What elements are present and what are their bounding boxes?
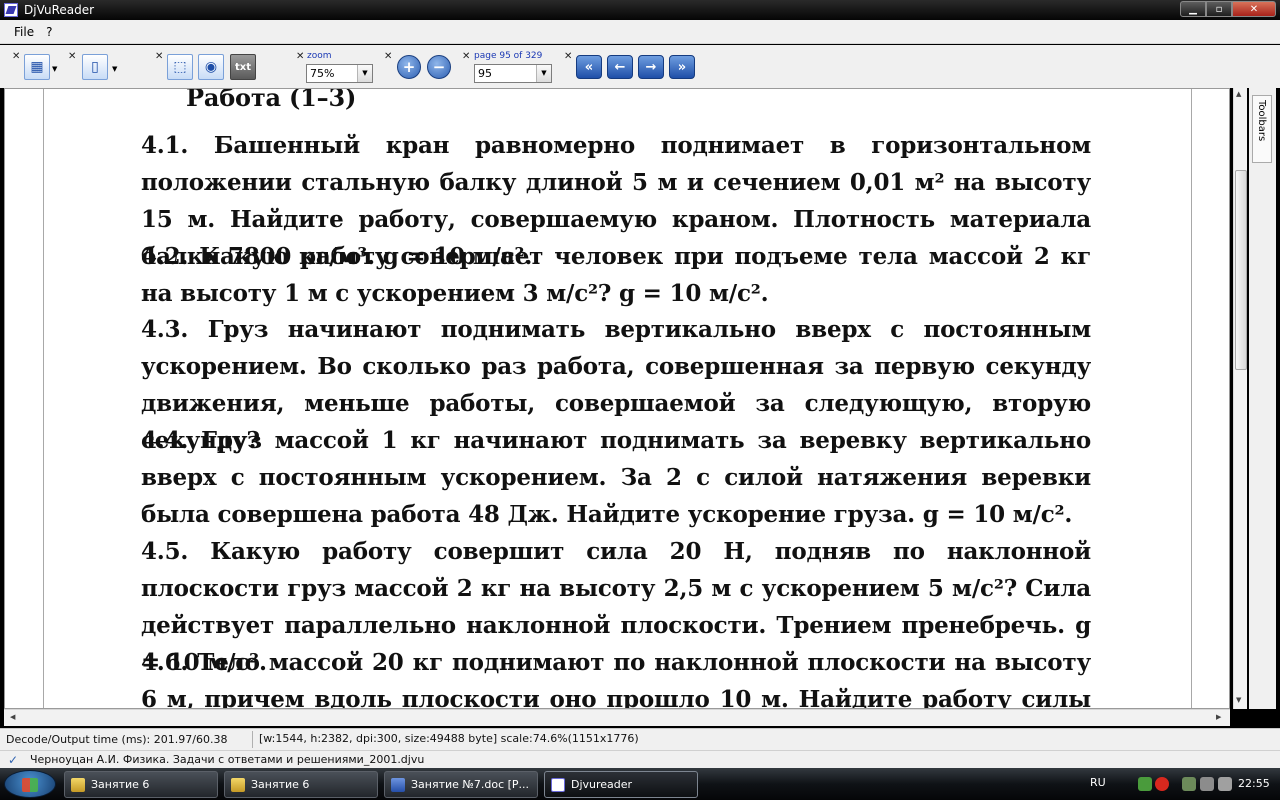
layout-icon: ▦: [30, 59, 44, 75]
scroll-down-icon[interactable]: ▼: [1236, 696, 1241, 704]
taskbar-item-djvureader[interactable]: Djvureader: [544, 771, 698, 798]
menu-file[interactable]: File: [8, 25, 40, 39]
image-info: [w:1544, h:2382, dpi:300, size:49488 byt…: [252, 731, 639, 748]
problem-4-6: 4.6. Тело массой 20 кг поднимают по накл…: [141, 649, 1091, 709]
minimize-button[interactable]: ▁: [1180, 1, 1206, 17]
horizontal-scrollbar[interactable]: ◀ ▶: [4, 709, 1230, 726]
network-icon[interactable]: [1182, 777, 1196, 791]
taskbar: Занятие 6 Занятие 6 Занятие №7.doc [Р...…: [0, 768, 1280, 800]
maximize-button[interactable]: ▫: [1206, 1, 1232, 17]
page-edge-right: [1191, 89, 1192, 708]
task-label: Занятие 6: [251, 778, 310, 791]
clock[interactable]: 22:55: [1238, 777, 1270, 790]
chevron-down-icon[interactable]: ▼: [357, 65, 372, 82]
start-button[interactable]: [4, 770, 56, 798]
image-mode-button[interactable]: ◉: [198, 54, 224, 80]
vertical-scrollbar[interactable]: ▲ ▼: [1233, 88, 1247, 709]
close-button[interactable]: ✕: [1232, 1, 1276, 17]
problem-4-2: 4.2. Какую работу совершает человек при …: [141, 243, 1091, 307]
file-bar: ✓ Черноуцан А.И. Физика. Задачи с ответа…: [0, 750, 1280, 768]
image-icon: ◉: [204, 59, 218, 75]
task-label: Djvureader: [571, 778, 633, 791]
decode-time: Decode/Output time (ms): 201.97/60.38: [6, 733, 228, 746]
zoom-value: 75%: [310, 67, 335, 80]
toolbars-tab[interactable]: Toolbars: [1252, 95, 1272, 163]
selection-icon: ⬚: [173, 59, 187, 75]
next-page-button[interactable]: →: [638, 55, 664, 79]
toolbars-label: Toolbars: [1256, 100, 1267, 142]
problem-4-4: 4.4. Груз массой 1 кг начинают поднимать…: [141, 427, 1091, 528]
close-toolbar-icon[interactable]: ✕: [462, 51, 470, 62]
folder-icon: [231, 777, 245, 792]
tray-app-icon[interactable]: [1138, 777, 1152, 791]
view-mode-button[interactable]: ▦: [24, 54, 50, 80]
taskbar-item-folder-2[interactable]: Занятие 6: [224, 771, 378, 798]
minus-icon: −: [432, 58, 446, 76]
close-toolbar-icon[interactable]: ✕: [12, 51, 20, 62]
taskbar-item-folder-1[interactable]: Занятие 6: [64, 771, 218, 798]
section-heading: Работа (1–3): [186, 88, 357, 112]
page-mode-button[interactable]: ▯: [82, 54, 108, 80]
zoom-label: zoom: [307, 51, 332, 61]
check-icon: ✓: [8, 753, 19, 767]
plus-icon: +: [402, 58, 416, 76]
title-bar: DjVuReader ▁ ▫ ✕: [0, 0, 1280, 20]
close-toolbar-icon[interactable]: ✕: [296, 51, 304, 62]
window-title: DjVuReader: [24, 3, 95, 17]
arrow-right-icon: →: [645, 59, 657, 75]
chevron-down-icon[interactable]: ▼: [52, 65, 57, 73]
close-toolbar-icon[interactable]: ✕: [384, 51, 392, 62]
double-left-icon: «: [584, 59, 594, 75]
task-label: Занятие №7.doc [Р...: [411, 778, 530, 791]
chevron-down-icon[interactable]: ▼: [536, 65, 551, 82]
window-controls: ▁ ▫ ✕: [1180, 1, 1276, 17]
double-right-icon: »: [677, 59, 687, 75]
djvu-app-icon: [551, 777, 565, 792]
arrow-left-icon: ←: [614, 59, 626, 75]
language-indicator[interactable]: RU: [1090, 776, 1106, 789]
page-icon: ▯: [91, 59, 99, 75]
opera-icon[interactable]: [1155, 777, 1169, 791]
scroll-up-icon[interactable]: ▲: [1236, 90, 1241, 98]
vertical-scroll-thumb[interactable]: [1235, 170, 1247, 370]
last-page-button[interactable]: »: [669, 55, 695, 79]
task-label: Занятие 6: [91, 778, 150, 791]
scroll-left-icon[interactable]: ◀: [10, 713, 15, 721]
menu-help[interactable]: ?: [40, 25, 58, 39]
file-name: Черноуцан А.И. Физика. Задачи с ответами…: [30, 753, 425, 766]
djvu-app-icon: [4, 3, 18, 17]
signal-icon[interactable]: [1200, 777, 1214, 791]
text-mode-button[interactable]: txt: [230, 54, 256, 80]
chevron-down-icon[interactable]: ▼: [112, 65, 117, 73]
word-icon: [391, 777, 405, 792]
close-toolbar-icon[interactable]: ✕: [564, 51, 572, 62]
first-page-button[interactable]: «: [576, 55, 602, 79]
volume-icon[interactable]: [1218, 777, 1232, 791]
menu-bar: File ?: [0, 20, 1280, 44]
zoom-select[interactable]: 75% ▼: [306, 64, 373, 83]
zoom-out-button[interactable]: −: [427, 55, 451, 79]
select-area-button[interactable]: ⬚: [167, 54, 193, 80]
toolbars-panel: Toolbars: [1249, 88, 1276, 709]
scroll-right-icon[interactable]: ▶: [1216, 713, 1221, 721]
zoom-in-button[interactable]: +: [397, 55, 421, 79]
page-edge-left: [43, 89, 44, 708]
document-view[interactable]: Работа (1–3) 4.1. Башенный кран равномер…: [4, 88, 1230, 709]
page-label: page 95 of 329: [474, 51, 543, 61]
prev-page-button[interactable]: ←: [607, 55, 633, 79]
folder-icon: [71, 777, 85, 792]
page-value: 95: [478, 67, 492, 80]
page-select[interactable]: 95 ▼: [474, 64, 552, 83]
close-toolbar-icon[interactable]: ✕: [155, 51, 163, 62]
toolbar: ✕ ▦ ▼ ✕ ▯ ▼ ✕ ⬚ ◉ txt ✕ zoom 75% ▼ ✕ + −…: [0, 45, 1280, 88]
status-bar: Decode/Output time (ms): 201.97/60.38 [w…: [0, 728, 1280, 750]
taskbar-item-word[interactable]: Занятие №7.doc [Р...: [384, 771, 538, 798]
close-toolbar-icon[interactable]: ✕: [68, 51, 76, 62]
